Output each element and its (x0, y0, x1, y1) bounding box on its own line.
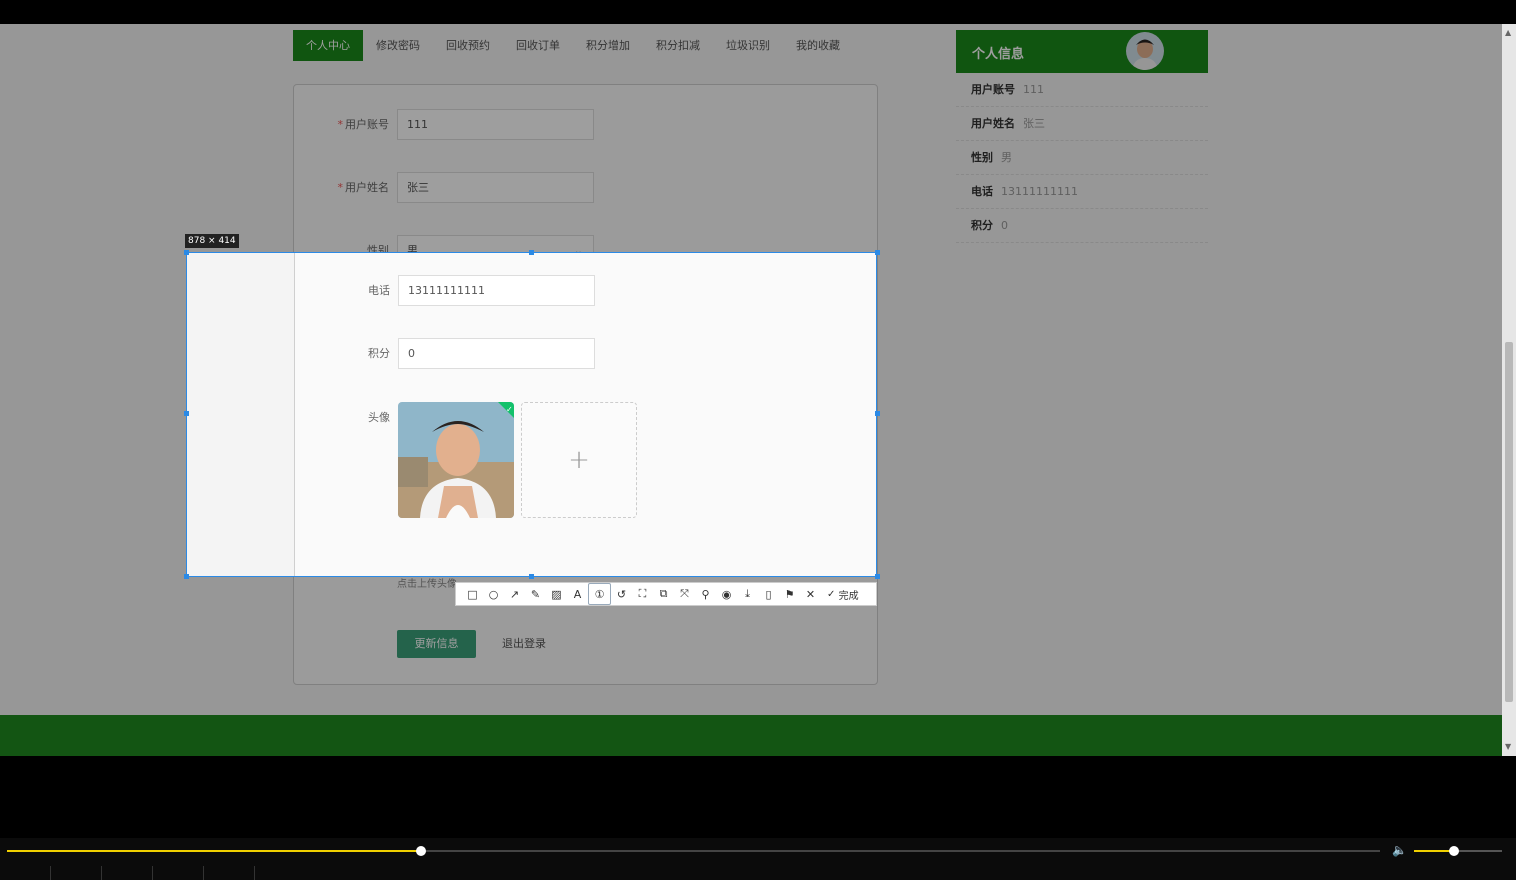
volume-fill (1414, 850, 1454, 852)
tab-recycle-booking[interactable]: 回收预约 (433, 30, 503, 61)
sidebar-avatar (1126, 32, 1164, 70)
translate-tool-icon[interactable]: ⧉ (653, 584, 674, 604)
volume-icon[interactable]: 🔈 (1392, 843, 1407, 857)
avatar-upload-area[interactable]: + (520, 425, 636, 541)
tab-garbage-recognition[interactable]: 垃圾识别 (713, 30, 783, 61)
logout-button[interactable]: 退出登录 (502, 630, 546, 658)
avatar-image[interactable]: ✓ (397, 425, 513, 541)
name-label: 用户姓名 (345, 181, 389, 194)
phone-label: 电话 (367, 307, 389, 320)
web-page: 个人中心 修改密码 回收预约 回收订单 积分增加 积分扣减 垃圾识别 我的收藏 … (0, 24, 1502, 756)
resize-handle-tl[interactable] (184, 250, 189, 255)
selection-size-badge: 878 × 414 (185, 234, 239, 248)
resize-handle-tr[interactable] (875, 250, 880, 255)
points-label: 积分 (367, 370, 389, 383)
plus-icon: + (567, 468, 589, 498)
undo-icon[interactable]: ↺ (611, 584, 632, 604)
tab-favorites[interactable]: 我的收藏 (783, 30, 853, 61)
bookmark-icon[interactable]: ⚑ (779, 584, 800, 604)
sidebar-row-name: 用户姓名 张三 (956, 107, 1208, 141)
tab-personal-center[interactable]: 个人中心 (293, 30, 363, 61)
chevron-down-icon: ⌄ (573, 244, 583, 257)
pencil-tool-icon[interactable]: ✎ (525, 584, 546, 604)
scrollbar-thumb[interactable] (1505, 342, 1513, 702)
arrow-tool-icon[interactable]: ↗ (504, 584, 525, 604)
progress-knob[interactable] (416, 846, 426, 856)
number-marker-tool-icon[interactable]: ① (588, 583, 611, 605)
name-input[interactable]: 张三 (397, 172, 594, 203)
nav-tabs: 个人中心 修改密码 回收预约 回收订单 积分增加 积分扣减 垃圾识别 我的收藏 (293, 30, 853, 61)
gender-value: 男 (407, 244, 418, 257)
phone-icon[interactable]: ▯ (758, 584, 779, 604)
resize-handle-l[interactable] (184, 411, 189, 416)
update-info-button[interactable]: 更新信息 (397, 630, 476, 658)
sidebar-row-phone: 电话 13111111111 (956, 175, 1208, 209)
sidebar-title: 个人信息 (972, 47, 1025, 62)
pin-icon[interactable]: ⚲ (695, 584, 716, 604)
capture-toolbar: □ ○ ↗ ✎ ▨ A ① ↺ ⛶ ⧉ ⤧ ⚲ ◉ ⤓ ▯ ⚑ ✕ ✓ 完成 (455, 582, 877, 606)
mosaic-tool-icon[interactable]: ▨ (546, 584, 567, 604)
sidebar-header: 个人信息 (956, 30, 1208, 73)
long-screenshot-icon[interactable]: ⤧ (674, 584, 695, 604)
required-mark: * (337, 181, 344, 194)
done-label: 完成 (838, 590, 859, 602)
phone-input[interactable]: 13111111111 (397, 298, 594, 329)
resize-handle-bl[interactable] (184, 574, 189, 579)
tab-recycle-orders[interactable]: 回收订单 (503, 30, 573, 61)
avatar-thumbnail (1126, 32, 1164, 70)
points-input[interactable]: 0 (397, 361, 594, 392)
taskbar-strip (0, 866, 1516, 880)
page-scrollbar[interactable]: ▲ ▼ (1502, 24, 1516, 756)
avatar-photo: ✓ (397, 425, 513, 541)
account-input[interactable]: 111 (397, 109, 594, 140)
gender-label: 性别 (367, 244, 389, 257)
tab-change-password[interactable]: 修改密码 (363, 30, 433, 61)
upload-hint: 点击上传头像 (397, 579, 457, 590)
sidebar-row-gender: 性别男 (956, 141, 1208, 175)
resize-handle-r[interactable] (875, 411, 880, 416)
profile-sidebar: 个人信息 用户账号 111 用户姓名 张三 性别男 电话 13111111111 积分… (956, 30, 1208, 243)
close-icon[interactable]: ✕ (800, 584, 821, 604)
resize-handle-t[interactable] (529, 250, 534, 255)
sidebar-row-points: 积分 0 (956, 209, 1208, 243)
tab-points-deduct[interactable]: 积分扣减 (643, 30, 713, 61)
sidebar-row-account: 用户账号 111 (956, 73, 1208, 107)
resize-handle-br[interactable] (875, 574, 880, 579)
check-icon: ✓ (827, 588, 836, 600)
done-button[interactable]: ✓ 完成 (821, 584, 865, 604)
scroll-up-icon[interactable]: ▲ (1505, 28, 1511, 37)
page-footer (0, 715, 1502, 756)
ellipse-tool-icon[interactable]: ○ (483, 584, 504, 604)
gender-select[interactable]: 男 ⌄ (397, 235, 594, 266)
record-icon[interactable]: ◉ (716, 584, 737, 604)
tab-points-add[interactable]: 积分增加 (573, 30, 643, 61)
svg-text:✓: ✓ (505, 428, 512, 437)
resize-handle-b[interactable] (529, 574, 534, 579)
rectangle-tool-icon[interactable]: □ (462, 584, 483, 604)
scroll-down-icon[interactable]: ▼ (1505, 742, 1511, 751)
progress-fill (7, 850, 421, 852)
account-label: 用户账号 (345, 118, 389, 131)
avatar-label: 头像 (367, 434, 389, 447)
download-icon[interactable]: ⤓ (737, 584, 758, 604)
required-mark: * (337, 118, 344, 131)
ocr-tool-icon[interactable]: ⛶ (632, 584, 653, 604)
volume-knob[interactable] (1449, 846, 1459, 856)
text-tool-icon[interactable]: A (567, 584, 588, 604)
